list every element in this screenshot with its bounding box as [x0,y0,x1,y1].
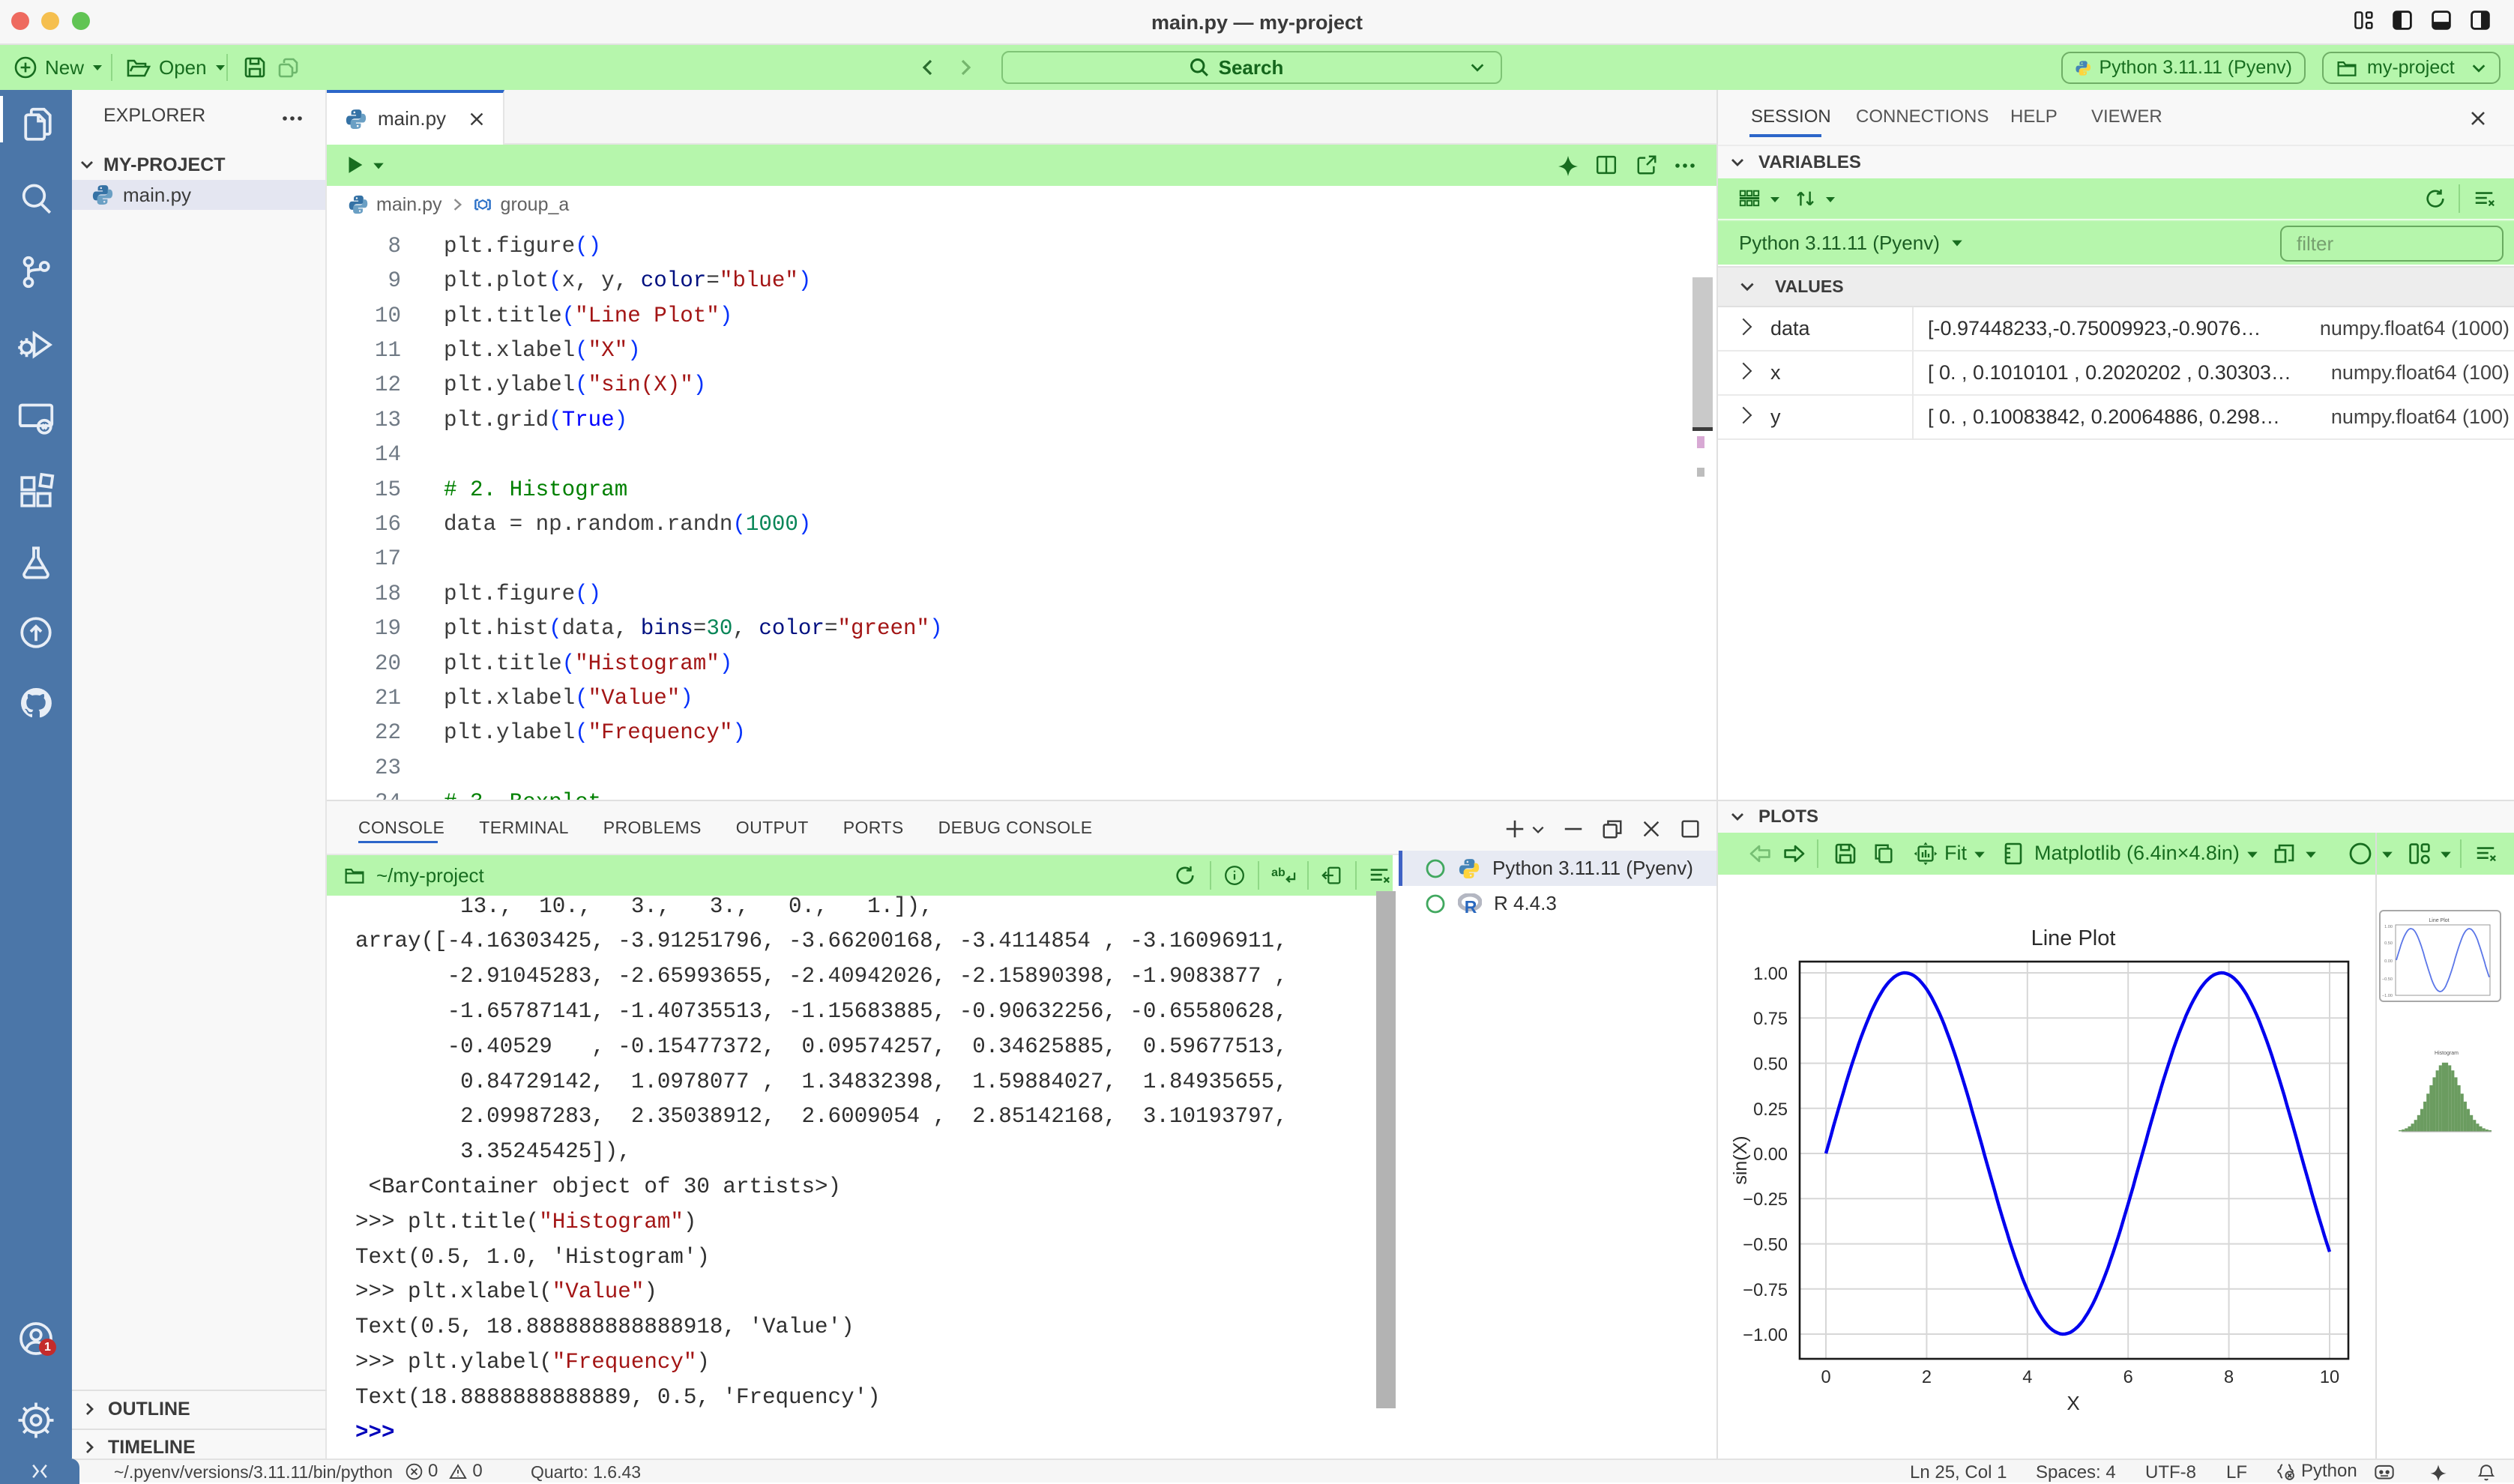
svg-text:1.00: 1.00 [1753,965,1788,984]
svg-text:−1.00: −1.00 [2382,994,2393,998]
svg-text:−0.25: −0.25 [1743,1190,1788,1210]
svg-text:−0.50: −0.50 [2382,977,2393,982]
svg-text:ab: ab [1271,866,1285,879]
svg-text:0.25: 0.25 [1753,1100,1788,1120]
svg-text:0.50: 0.50 [2384,941,2393,946]
svg-text:−0.50: −0.50 [1743,1236,1788,1255]
svg-text:sin(X): sin(X) [1730,1135,1751,1184]
svg-text:Histogram: Histogram [2435,1051,2459,1056]
svg-text:1.00: 1.00 [2384,925,2393,929]
svg-text:4: 4 [2022,1368,2032,1387]
svg-text:0.00: 0.00 [1753,1145,1788,1165]
svg-text:2: 2 [1922,1368,1932,1387]
svg-text:−0.75: −0.75 [1743,1281,1788,1300]
svg-text:8: 8 [2224,1368,2234,1387]
svg-text:10: 10 [2320,1368,2339,1387]
svg-text:0.50: 0.50 [1753,1055,1788,1074]
svg-text:Line Plot: Line Plot [2031,926,2116,950]
svg-text:0.00: 0.00 [2384,959,2393,964]
svg-text:0.75: 0.75 [1753,1010,1788,1029]
svg-text:0: 0 [1821,1368,1830,1387]
svg-text:X: X [2067,1392,2079,1414]
svg-text:−1.00: −1.00 [1743,1326,1788,1345]
svg-text:Line Plot: Line Plot [2429,918,2449,923]
svg-text:6: 6 [2123,1368,2133,1387]
svg-text:R: R [1465,897,1477,914]
